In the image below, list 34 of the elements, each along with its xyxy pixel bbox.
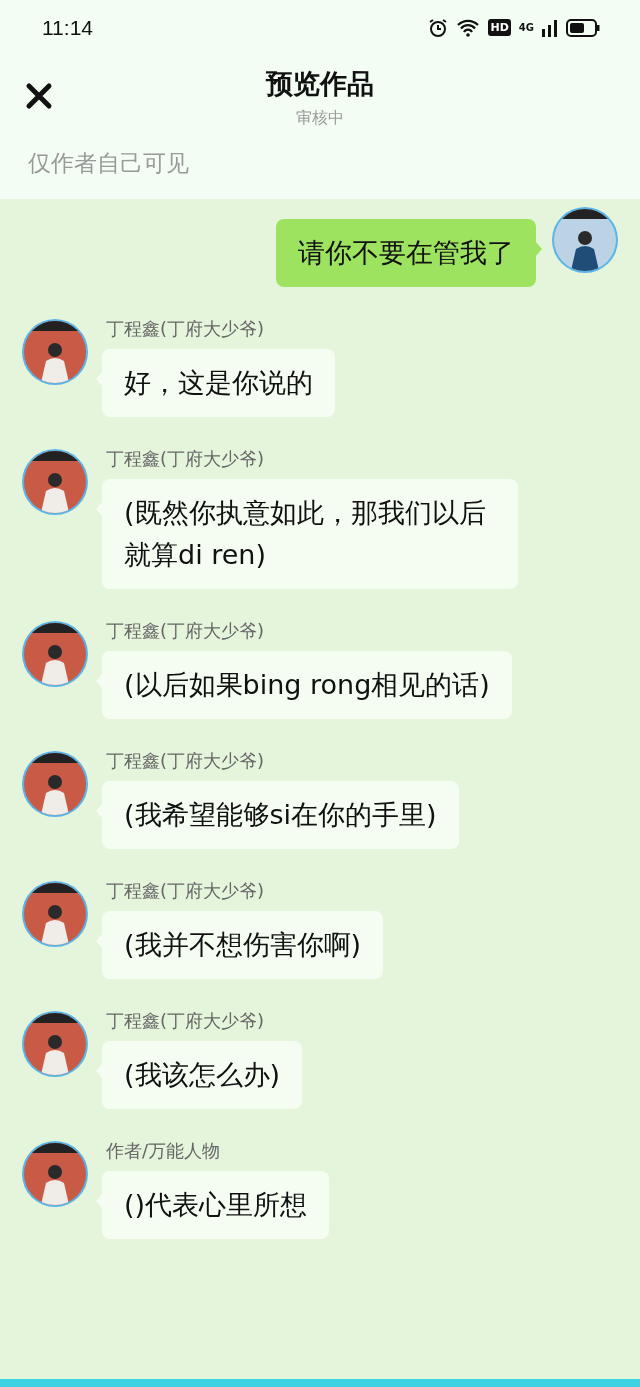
sender-name: 丁程鑫(丁府大少爷) <box>106 749 266 773</box>
sender-name: 丁程鑫(丁府大少爷) <box>106 317 266 341</box>
signal-icon <box>542 18 558 37</box>
message-bubble: (我希望能够si在你的手里) <box>102 781 459 849</box>
sender-name: 丁程鑫(丁府大少爷) <box>106 879 266 903</box>
message-bubble: 请你不要在管我了 <box>276 219 536 287</box>
message-bubble: (既然你执意如此，那我们以后就算di ren) <box>102 479 518 589</box>
battery-icon <box>566 18 600 37</box>
avatar[interactable] <box>20 317 90 387</box>
sender-name: 丁程鑫(丁府大少爷) <box>106 619 266 643</box>
close-button[interactable] <box>24 81 54 111</box>
avatar[interactable] <box>20 749 90 819</box>
wifi-icon <box>456 18 481 37</box>
message-bubble: ()代表心里所想 <box>102 1171 330 1239</box>
sender-name: 作者/万能人物 <box>106 1139 222 1163</box>
avatar[interactable] <box>20 619 90 689</box>
message-bubble: (我该怎么办) <box>102 1041 303 1109</box>
avatar[interactable] <box>20 447 90 517</box>
avatar[interactable] <box>550 205 620 275</box>
status-time: 11:14 <box>42 15 93 40</box>
review-status: 审核中 <box>296 108 344 129</box>
visibility-notice: 仅作者自己可见 <box>27 149 190 178</box>
sender-name: 丁程鑫(丁府大少爷) <box>106 1009 266 1033</box>
avatar[interactable] <box>20 1139 90 1209</box>
alarm-icon <box>428 17 449 38</box>
hd-badge: HD <box>488 19 511 36</box>
avatar[interactable] <box>20 879 90 949</box>
message-bubble: 好，这是你说的 <box>102 349 335 417</box>
message-bubble: (我并不想伤害你啊) <box>102 911 384 979</box>
sender-name: 丁程鑫(丁府大少爷) <box>106 447 266 471</box>
network-label: 4G <box>518 22 534 33</box>
page-title: 预览作品 <box>266 67 374 101</box>
message-bubble: (以后如果bing rong相见的话) <box>102 651 512 719</box>
avatar[interactable] <box>20 1009 90 1079</box>
